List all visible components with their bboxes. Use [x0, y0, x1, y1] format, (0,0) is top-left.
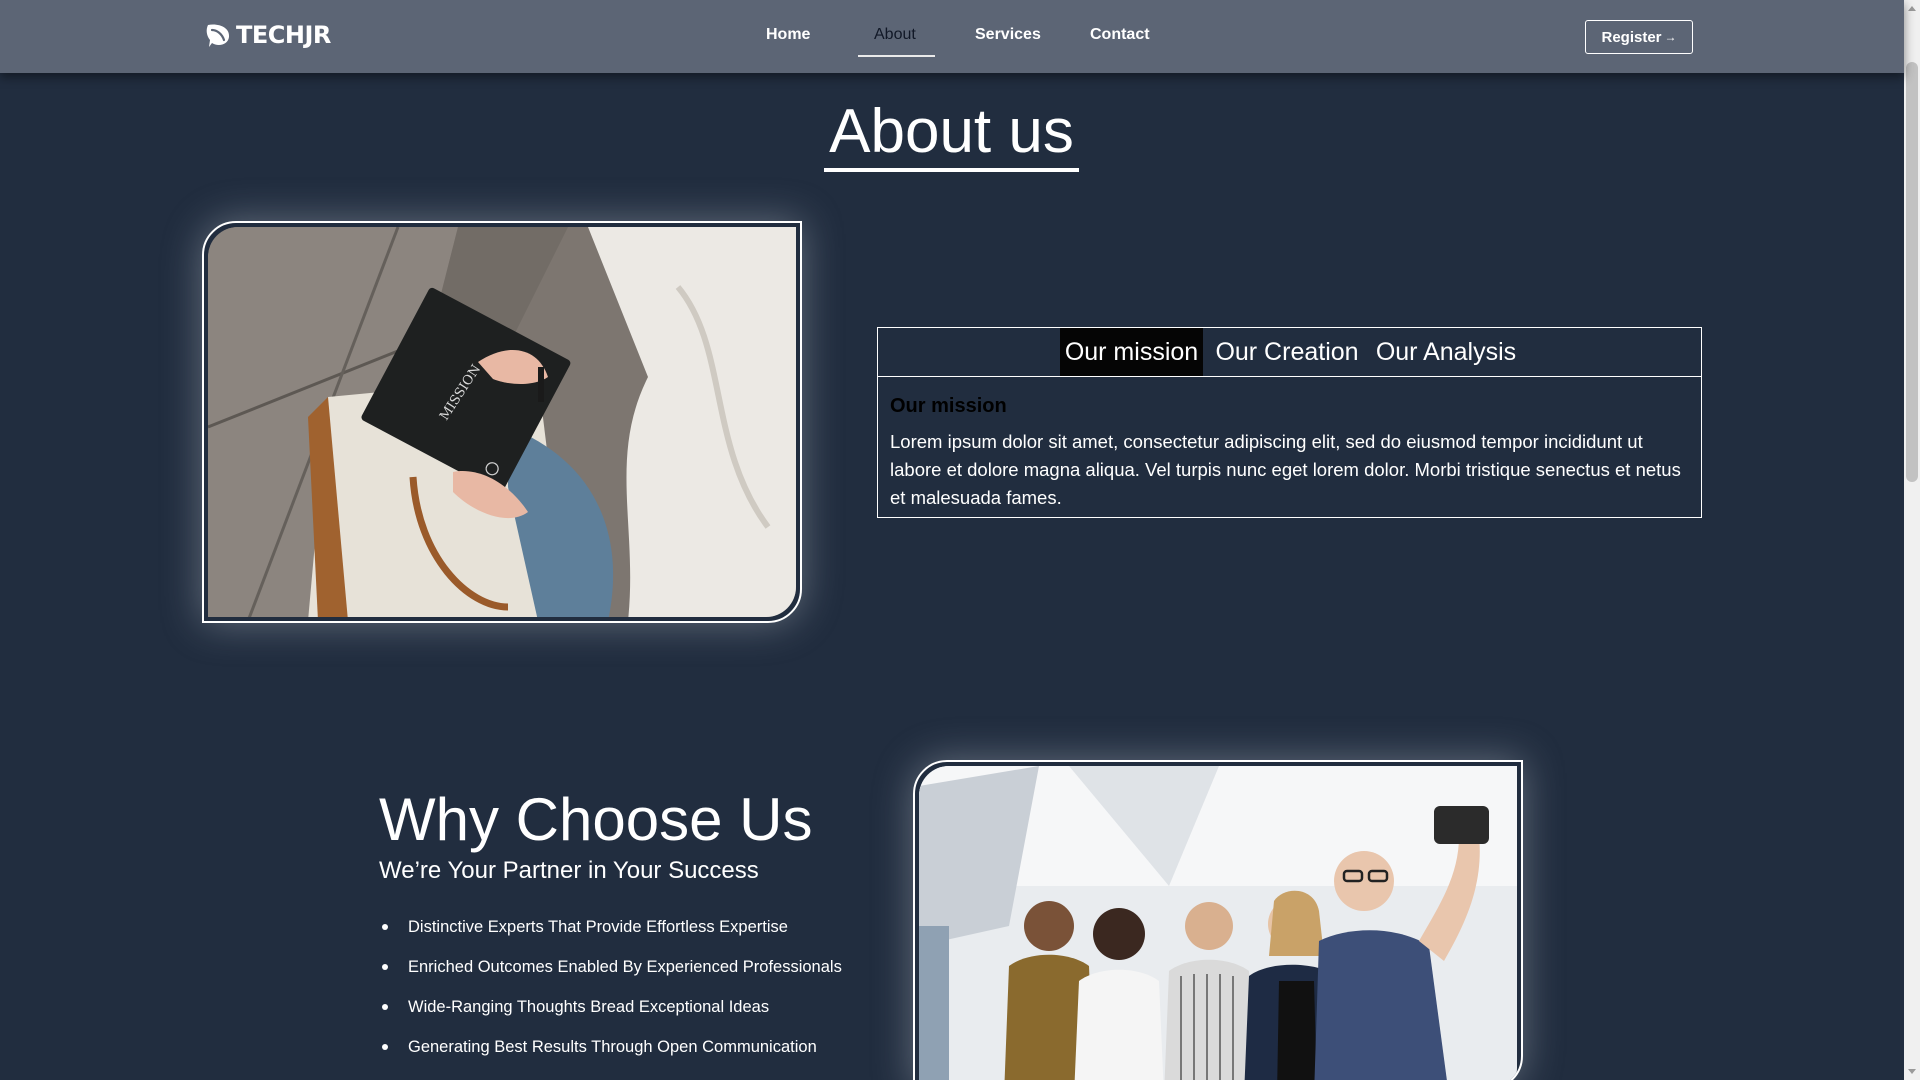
about-tabs: Our mission Our Creation Our Analysis Ou…	[877, 327, 1702, 518]
list-item-text: Distinctive Experts That Provide Effortl…	[408, 918, 788, 936]
register-button[interactable]: Register →	[1585, 20, 1693, 54]
list-item-text: Generating Best Results Through Open Com…	[408, 1038, 817, 1056]
nav-link-home[interactable]: Home	[766, 26, 810, 44]
arrow-right-icon: →	[1664, 30, 1677, 44]
about-title: About us	[829, 97, 1074, 166]
bullet-icon	[382, 1004, 388, 1010]
list-item: Generating Best Results Through Open Com…	[379, 1032, 842, 1072]
why-choose-us-title: Why Choose Us	[379, 786, 813, 853]
list-item: Wide-Ranging Thoughts Bread Exceptional …	[379, 992, 842, 1032]
scroll-up-icon[interactable]	[1908, 6, 1916, 11]
list-item-text: Wide-Ranging Thoughts Bread Exceptional …	[408, 998, 770, 1016]
scrollbar-thumb[interactable]	[1906, 62, 1918, 482]
brand[interactable]: TECHJR	[204, 18, 331, 52]
tab-our-analysis[interactable]: Our Analysis	[1371, 328, 1521, 376]
page-scrollbar[interactable]	[1904, 0, 1920, 1080]
nav-link-about[interactable]: About	[874, 26, 916, 44]
tab-panel-text: Lorem ipsum dolor sit amet, consectetur …	[890, 431, 1681, 508]
why-choose-us-list: Distinctive Experts That Provide Effortl…	[379, 912, 842, 1072]
list-item: Enriched Outcomes Enabled By Experienced…	[379, 952, 842, 992]
navbar: TECHJR Home About Services Contact Regis…	[0, 0, 1904, 73]
why-choose-us-subtitle: We’re Your Partner in Your Success	[379, 857, 759, 884]
tab-bar: Our mission Our Creation Our Analysis	[878, 328, 1701, 377]
mission-photo: MISSION	[202, 221, 802, 623]
list-item: Distinctive Experts That Provide Effortl…	[379, 912, 842, 952]
mission-photo-image: MISSION	[208, 227, 796, 617]
bullet-icon	[382, 924, 388, 930]
list-item-text: Enriched Outcomes Enabled By Experienced…	[408, 958, 842, 976]
tab-panel: Our mission Lorem ipsum dolor sit amet, …	[890, 394, 1690, 512]
nav-link-contact[interactable]: Contact	[1090, 26, 1150, 44]
tab-panel-heading: Our mission	[890, 395, 1007, 417]
team-photo	[913, 760, 1523, 1080]
active-nav-underline	[858, 55, 935, 57]
brand-name: TECHJR	[236, 21, 331, 49]
register-label: Register	[1601, 28, 1662, 46]
nav-link-services[interactable]: Services	[975, 26, 1041, 44]
brand-logo-icon	[204, 21, 232, 49]
team-photo-image	[919, 766, 1517, 1080]
tab-our-mission[interactable]: Our mission	[1060, 328, 1203, 376]
scroll-down-icon[interactable]	[1908, 1069, 1916, 1074]
bullet-icon	[382, 964, 388, 970]
tab-our-creation[interactable]: Our Creation	[1213, 328, 1361, 376]
bullet-icon	[382, 1044, 388, 1050]
about-title-underline	[824, 168, 1079, 172]
